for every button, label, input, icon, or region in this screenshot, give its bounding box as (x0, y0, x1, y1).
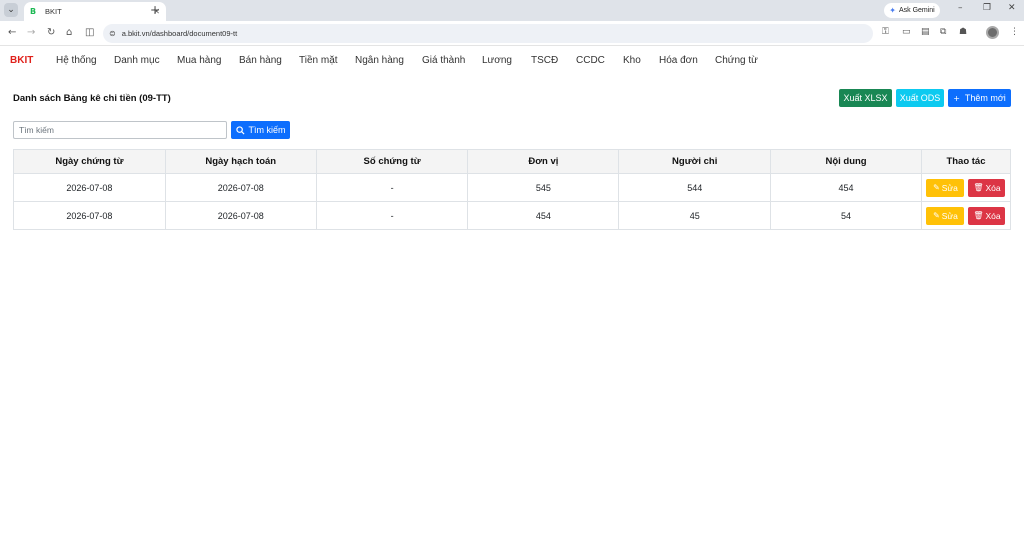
cell-noi-dung: 454 (770, 173, 922, 202)
site-info-icon[interactable]: ⊜ (109, 29, 116, 38)
url-text: a.bkit.vn/dashboard/document09-tt (121, 29, 238, 38)
col-don-vi[interactable]: Đơn vị (467, 149, 620, 174)
password-key-icon[interactable]: ⚿ (882, 27, 889, 37)
col-so-chung-tu[interactable]: Số chứng từ (315, 149, 469, 174)
app-navbar: BKIT Hệ thống Danh mục Mua hàng Bán hàng… (0, 46, 1024, 76)
browser-tab-bar: ⌄ B BKIT ✕ + ✦ Ask Gemini – ❐ ✕ (0, 0, 1024, 21)
cell-don-vi: 454 (467, 201, 620, 230)
menu-luong[interactable]: Lương (482, 55, 512, 66)
table-row: 2026-07-08 2026-07-08 - 454 45 54 ✎ Sửa … (13, 201, 1012, 230)
col-thao-tac: Thao tác (920, 149, 1012, 174)
cell-nguoi-chi: 45 (618, 201, 772, 230)
menu-gia-thanh[interactable]: Giá thành (422, 55, 465, 66)
delete-button[interactable]: 🗑 Xóa (968, 206, 1006, 225)
edit-button[interactable]: ✎ Sửa (926, 178, 965, 197)
cell-nguoi-chi: 544 (618, 173, 772, 202)
bug-icon[interactable]: ☗ (959, 27, 967, 37)
col-ngay-chung-tu[interactable]: Ngày chứng từ (13, 149, 166, 174)
export-xlsx-button[interactable]: Xuất XLSX (839, 89, 892, 107)
cell-actions: ✎ Sửa 🗑 Xóa (920, 201, 1012, 230)
col-ngay-hach-toan[interactable]: Ngày hạch toán (164, 149, 317, 174)
tab-list-chevron-icon[interactable]: ⌄ (4, 3, 18, 17)
search-button-label: Tìm kiếm (248, 125, 286, 135)
page-title: Danh sách Bảng kê chi tiền (09-TT) (13, 93, 171, 104)
edit-label: Sửa (941, 210, 958, 221)
trash-icon: 🗑 (973, 211, 984, 220)
table-header-row: Ngày chứng từ Ngày hạch toán Số chứng từ… (13, 149, 1012, 174)
reading-mode-icon[interactable]: ▤ (921, 27, 930, 37)
cell-ngay-chung-tu: 2026-07-08 (13, 173, 166, 202)
browser-toolbar: ← → ↻ ⌂ ◫ ⊜ a.bkit.vn/dashboard/document… (0, 21, 1024, 46)
menu-hoa-don[interactable]: Hóa đơn (659, 55, 698, 66)
cell-ngay-hach-toan: 2026-07-08 (164, 201, 317, 230)
table-row: 2026-07-08 2026-07-08 - 545 544 454 ✎ Sử… (13, 173, 1012, 202)
tab-title: BKIT (45, 7, 62, 16)
back-icon[interactable]: ← (8, 26, 16, 40)
menu-danh-muc[interactable]: Danh mục (114, 55, 160, 66)
brand-logo[interactable]: BKIT (10, 55, 33, 66)
document-table: Ngày chứng từ Ngày hạch toán Số chứng từ… (13, 149, 1012, 230)
browser-tab[interactable]: B BKIT ✕ (24, 2, 166, 21)
delete-label: Xóa (985, 182, 1001, 193)
delete-label: Xóa (985, 210, 1001, 221)
card-icon[interactable]: ▭ (902, 27, 911, 37)
home-icon[interactable]: ⌂ (66, 26, 72, 40)
col-nguoi-chi[interactable]: Người chi (618, 149, 772, 174)
col-noi-dung[interactable]: Nội dung (770, 149, 922, 174)
search-input[interactable] (13, 121, 227, 139)
address-bar[interactable]: ⊜ a.bkit.vn/dashboard/document09-tt (103, 24, 873, 43)
favicon: B (30, 7, 37, 16)
forward-icon[interactable]: → (27, 26, 35, 40)
close-window-icon[interactable]: ✕ (1008, 3, 1016, 13)
pencil-icon: ✎ (933, 183, 940, 192)
cell-so-chung-tu: - (315, 173, 469, 202)
menu-chung-tu[interactable]: Chứng từ (715, 55, 758, 66)
restore-icon[interactable]: ❐ (983, 3, 991, 13)
trash-icon: 🗑 (973, 183, 984, 192)
menu-ccdc[interactable]: CCDC (576, 55, 605, 66)
search-icon (235, 125, 245, 135)
cell-don-vi: 545 (467, 173, 620, 202)
profile-avatar[interactable] (986, 26, 999, 39)
menu-he-thong[interactable]: Hệ thống (56, 55, 97, 66)
edit-label: Sửa (941, 182, 958, 193)
gemini-spark-icon: ✦ (889, 6, 896, 15)
ask-gemini-label: Ask Gemini (898, 7, 935, 14)
cell-ngay-chung-tu: 2026-07-08 (13, 201, 166, 230)
menu-tscd[interactable]: TSCĐ (531, 55, 558, 66)
cell-actions: ✎ Sửa 🗑 Xóa (920, 173, 1012, 202)
menu-ban-hang[interactable]: Bán hàng (239, 55, 282, 66)
cell-noi-dung: 54 (770, 201, 922, 230)
pencil-icon: ✎ (933, 211, 940, 220)
menu-tien-mat[interactable]: Tiền mặt (299, 55, 338, 66)
cell-ngay-hach-toan: 2026-07-08 (164, 173, 317, 202)
new-tab-icon[interactable]: + (150, 3, 160, 17)
cell-so-chung-tu: - (315, 201, 469, 230)
plus-icon: + (953, 93, 960, 103)
delete-button[interactable]: 🗑 Xóa (968, 178, 1006, 197)
menu-mua-hang[interactable]: Mua hàng (177, 55, 221, 66)
extensions-icon[interactable]: ⧉ (940, 27, 946, 37)
export-ods-button[interactable]: Xuất ODS (896, 89, 944, 107)
add-new-button[interactable]: + Thêm mới (948, 89, 1011, 107)
add-new-label: Thêm mới (964, 93, 1006, 103)
menu-ngan-hang[interactable]: Ngân hàng (355, 55, 404, 66)
reload-icon[interactable]: ↻ (47, 26, 55, 40)
search-button[interactable]: Tìm kiếm (231, 121, 290, 139)
minimize-icon[interactable]: – (958, 3, 963, 13)
sidebar-icon[interactable]: ◫ (85, 26, 94, 40)
more-menu-icon[interactable]: ⋮ (1010, 27, 1019, 37)
ask-gemini-button[interactable]: ✦ Ask Gemini (884, 3, 940, 18)
menu-kho[interactable]: Kho (623, 55, 641, 66)
edit-button[interactable]: ✎ Sửa (926, 206, 965, 225)
